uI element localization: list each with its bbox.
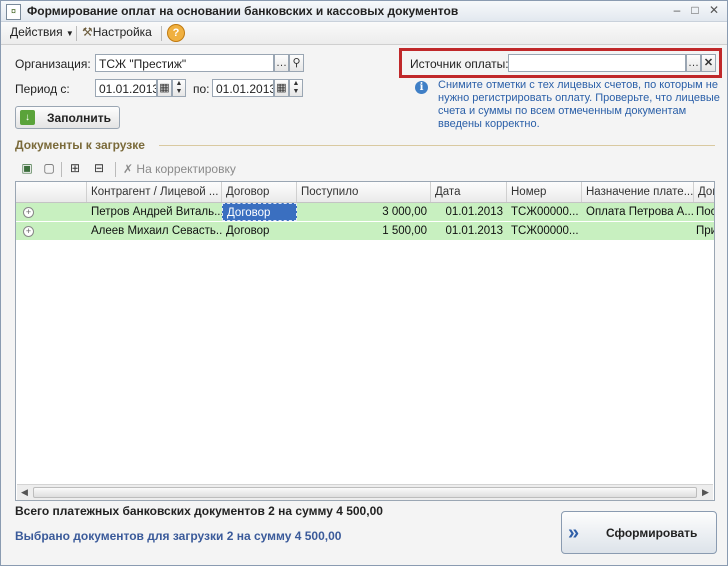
fill-icon: ↓ (20, 110, 35, 125)
toolbar-divider (161, 26, 162, 41)
main-window: ¤ Формирование оплат на основании банков… (0, 0, 728, 566)
correct-button[interactable]: ✗ На корректировку (123, 162, 236, 176)
cell-purpose[interactable]: Оплата Петрова А... (582, 203, 694, 221)
dropdown-arrow-icon: ▼ (65, 29, 74, 38)
cell-doc[interactable]: Пос (694, 203, 714, 221)
toolbar-divider (61, 162, 62, 177)
toolbar-divider (76, 26, 77, 41)
maximize-icon[interactable]: □ (687, 3, 703, 18)
correct-button-label: На корректировку (136, 162, 236, 176)
horizontal-scrollbar[interactable]: ◀ ▶ (17, 484, 713, 500)
selected-docs-total: Выбрано документов для загрузки 2 на сум… (15, 529, 342, 543)
header-cell[interactable]: Назначение плате... (582, 182, 694, 202)
period-to-field[interactable]: 01.01.2013 (212, 79, 274, 97)
window-title: Формирование оплат на основании банковск… (27, 4, 459, 18)
info-text: Снимите отметки с тех лицевых счетов, по… (438, 79, 720, 130)
documents-table[interactable]: Контрагент / Лицевой ... Договор Поступи… (15, 181, 715, 501)
close-icon[interactable]: ✕ (706, 3, 722, 18)
source-select-button[interactable]: … (686, 54, 701, 72)
double-chevron-icon: » (568, 522, 580, 544)
cell-amount[interactable]: 1 500,00 (297, 222, 431, 240)
cell-number[interactable]: ТСЖ00000... (507, 203, 582, 221)
check-all-icon[interactable]: ▣ (19, 161, 35, 176)
cell-contractor[interactable]: Петров Андрей Виталь... (87, 203, 222, 221)
settings-button[interactable]: ⚒Настройка (82, 25, 152, 39)
title-bar: ¤ Формирование оплат на основании банков… (1, 1, 727, 22)
header-cell[interactable]: Договор (222, 182, 297, 202)
source-label: Источник оплаты: (410, 57, 509, 71)
generate-button-label: Сформировать (606, 526, 698, 540)
section-divider (159, 145, 715, 146)
document-icon: ¤ (6, 4, 21, 20)
org-select-button[interactable]: … (274, 54, 289, 72)
cell-contract[interactable]: Договор (222, 203, 297, 221)
collapse-all-icon[interactable]: ⊟ (91, 161, 107, 176)
expand-row-icon[interactable]: + (23, 226, 34, 237)
generate-button[interactable]: » Сформировать (561, 511, 717, 554)
cell-number[interactable]: ТСЖ00000... (507, 222, 582, 240)
help-icon[interactable]: ? (167, 24, 185, 42)
cell-date[interactable]: 01.01.2013 (431, 203, 507, 221)
actions-menu[interactable]: Действия ▼ (10, 25, 74, 39)
fill-button[interactable]: ↓ Заполнить (15, 106, 120, 129)
hammer-icon: ⚒ (82, 25, 93, 39)
period-from-field[interactable]: 01.01.2013 (95, 79, 157, 97)
period-to-stepper[interactable]: ▲ ▼ (289, 79, 303, 97)
period-to-label: по: (193, 82, 210, 96)
settings-label: Настройка (92, 25, 152, 39)
period-from-stepper[interactable]: ▲ ▼ (172, 79, 186, 97)
actions-label: Действия (10, 25, 63, 39)
clear-icon[interactable]: ✕ (701, 54, 716, 72)
cell-doc[interactable]: При (694, 222, 714, 240)
search-icon[interactable]: ⚲ (289, 54, 304, 72)
header-cell-marker (16, 182, 87, 202)
info-icon: i (415, 81, 428, 94)
calendar-icon[interactable]: ▦ (157, 79, 172, 97)
cell-amount[interactable]: 3 000,00 (297, 203, 431, 221)
cell-purpose[interactable] (582, 222, 694, 240)
cell-contract[interactable]: Договор (222, 222, 297, 240)
cell-contractor[interactable]: Алеев Михаил Севасть... (87, 222, 222, 240)
table-header: Контрагент / Лицевой ... Договор Поступи… (16, 182, 714, 203)
header-cell[interactable]: Док (694, 182, 714, 202)
scroll-left-icon[interactable]: ◀ (17, 485, 32, 500)
source-field[interactable] (508, 54, 686, 72)
table-row[interactable]: + Алеев Михаил Севасть... Договор 1 500,… (16, 222, 714, 240)
uncheck-all-icon[interactable]: ▢ (41, 161, 57, 176)
minimize-icon[interactable]: – (669, 3, 685, 18)
toolbar-divider (115, 162, 116, 177)
period-from-label: Период с: (15, 82, 70, 96)
wrench-icon: ✗ (123, 162, 134, 176)
cell-date[interactable]: 01.01.2013 (431, 222, 507, 240)
header-cell[interactable]: Номер (507, 182, 582, 202)
org-label: Организация: (15, 57, 91, 71)
toolbar: Действия ▼ ⚒Настройка ? (1, 22, 727, 45)
scroll-right-icon[interactable]: ▶ (698, 485, 713, 500)
table-row[interactable]: + Петров Андрей Виталь... Договор 3 000,… (16, 203, 714, 221)
header-cell[interactable]: Контрагент / Лицевой ... (87, 182, 222, 202)
expand-row-icon[interactable]: + (23, 207, 34, 218)
calendar-icon[interactable]: ▦ (274, 79, 289, 97)
expand-all-icon[interactable]: ⊞ (67, 161, 83, 176)
header-cell[interactable]: Поступило (297, 182, 431, 202)
section-title: Документы к загрузке (15, 138, 145, 152)
header-cell[interactable]: Дата (431, 182, 507, 202)
scrollbar-thumb[interactable] (33, 487, 697, 498)
org-field[interactable]: ТСЖ "Престиж" (95, 54, 274, 72)
fill-button-label: Заполнить (47, 111, 111, 125)
bank-docs-total: Всего платежных банковских документов 2 … (15, 504, 383, 518)
